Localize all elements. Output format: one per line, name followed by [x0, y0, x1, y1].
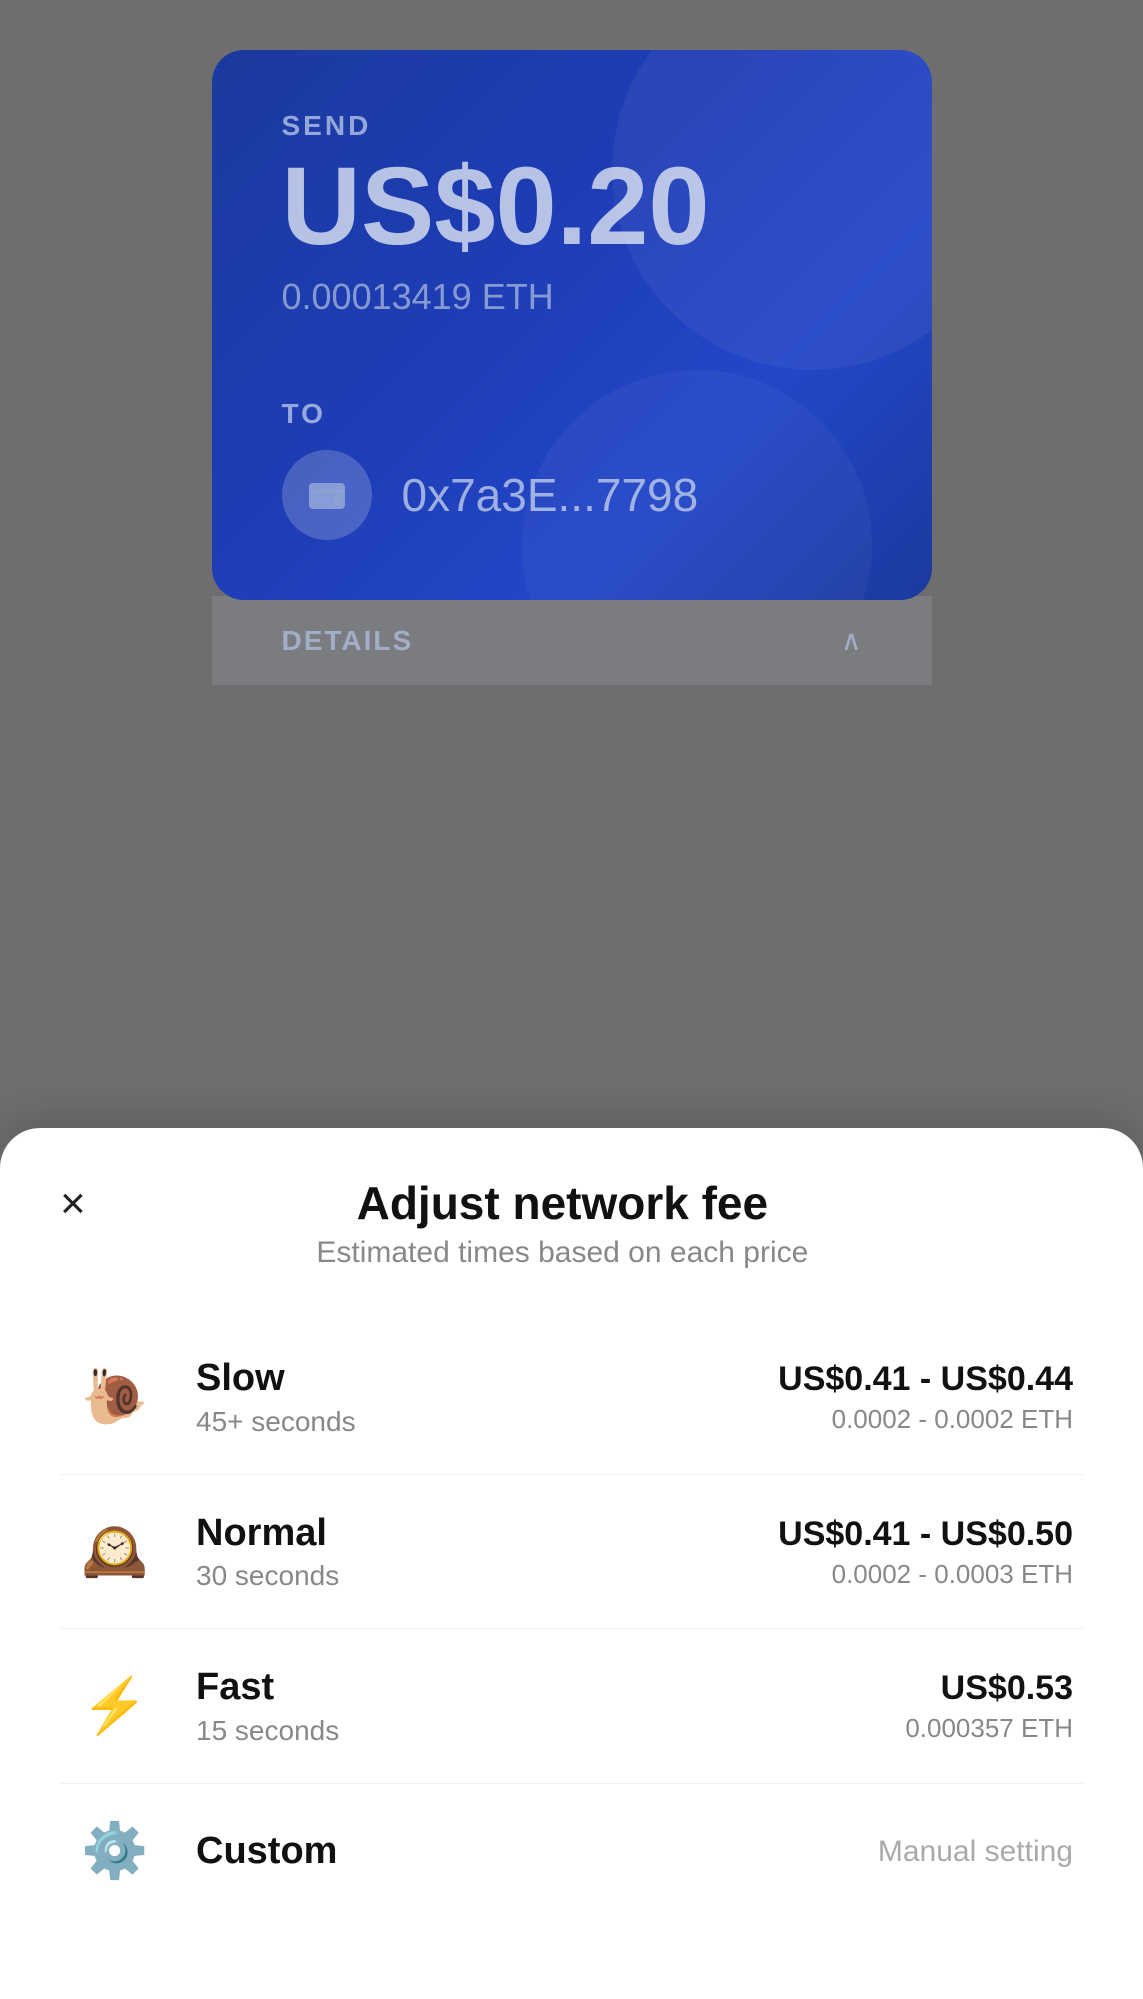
sheet-subtitle: Estimated times based on each price [126, 1236, 999, 1270]
slow-cost-eth: 0.0002 - 0.0002 ETH [778, 1404, 1073, 1435]
sheet-header: × Adjust network fee Estimated times bas… [60, 1178, 1083, 1271]
bottom-sheet: × Adjust network fee Estimated times bas… [0, 1128, 1143, 1999]
send-amount-usd: US$0.20 [282, 152, 862, 262]
send-amount-eth: 0.00013419 ETH [282, 276, 862, 318]
details-bar[interactable]: DETAILS ∧ [212, 596, 932, 685]
custom-info: Custom [196, 1829, 878, 1875]
slow-icon: 🐌 [70, 1366, 160, 1429]
chevron-up-icon: ∧ [841, 624, 862, 657]
normal-icon: 🕰️ [70, 1520, 160, 1583]
details-label: DETAILS [282, 625, 414, 657]
custom-manual: Manual setting [878, 1835, 1073, 1869]
normal-cost: US$0.41 - US$0.50 0.0002 - 0.0003 ETH [778, 1514, 1073, 1590]
normal-cost-eth: 0.0002 - 0.0003 ETH [778, 1559, 1073, 1590]
fast-cost-usd: US$0.53 [905, 1668, 1073, 1709]
normal-name: Normal [196, 1511, 778, 1557]
normal-time: 30 seconds [196, 1560, 778, 1592]
fee-option-custom[interactable]: ⚙️ Custom Manual setting [60, 1784, 1083, 1919]
fast-name: Fast [196, 1665, 905, 1711]
custom-cost: Manual setting [878, 1835, 1073, 1869]
recipient-row: 0x7a3E...7798 [282, 450, 862, 540]
send-card: SEND US$0.20 0.00013419 ETH TO 0x7a3E...… [212, 50, 932, 600]
slow-info: Slow 45+ seconds [196, 1356, 778, 1438]
slow-time: 45+ seconds [196, 1406, 778, 1438]
sheet-title-block: Adjust network fee Estimated times based… [126, 1178, 1083, 1271]
fee-option-normal[interactable]: 🕰️ Normal 30 seconds US$0.41 - US$0.50 0… [60, 1475, 1083, 1630]
fee-option-fast[interactable]: ⚡ Fast 15 seconds US$0.53 0.000357 ETH [60, 1629, 1083, 1784]
wallet-icon-circle [282, 450, 372, 540]
normal-cost-usd: US$0.41 - US$0.50 [778, 1514, 1073, 1555]
normal-info: Normal 30 seconds [196, 1511, 778, 1593]
fast-cost: US$0.53 0.000357 ETH [905, 1668, 1073, 1744]
close-button[interactable]: × [60, 1182, 86, 1226]
sheet-title: Adjust network fee [126, 1178, 999, 1229]
slow-cost-usd: US$0.41 - US$0.44 [778, 1359, 1073, 1400]
fast-cost-eth: 0.000357 ETH [905, 1713, 1073, 1744]
fee-options-list: 🐌 Slow 45+ seconds US$0.41 - US$0.44 0.0… [60, 1320, 1083, 1919]
slow-cost: US$0.41 - US$0.44 0.0002 - 0.0002 ETH [778, 1359, 1073, 1435]
to-label: TO [282, 398, 862, 430]
custom-name: Custom [196, 1829, 878, 1875]
slow-name: Slow [196, 1356, 778, 1402]
fast-info: Fast 15 seconds [196, 1665, 905, 1747]
fast-time: 15 seconds [196, 1715, 905, 1747]
fee-option-slow[interactable]: 🐌 Slow 45+ seconds US$0.41 - US$0.44 0.0… [60, 1320, 1083, 1475]
wallet-icon [305, 473, 349, 517]
custom-icon: ⚙️ [70, 1820, 160, 1883]
recipient-address: 0x7a3E...7798 [402, 468, 699, 522]
fast-icon: ⚡ [70, 1675, 160, 1738]
send-label: SEND [282, 110, 862, 142]
